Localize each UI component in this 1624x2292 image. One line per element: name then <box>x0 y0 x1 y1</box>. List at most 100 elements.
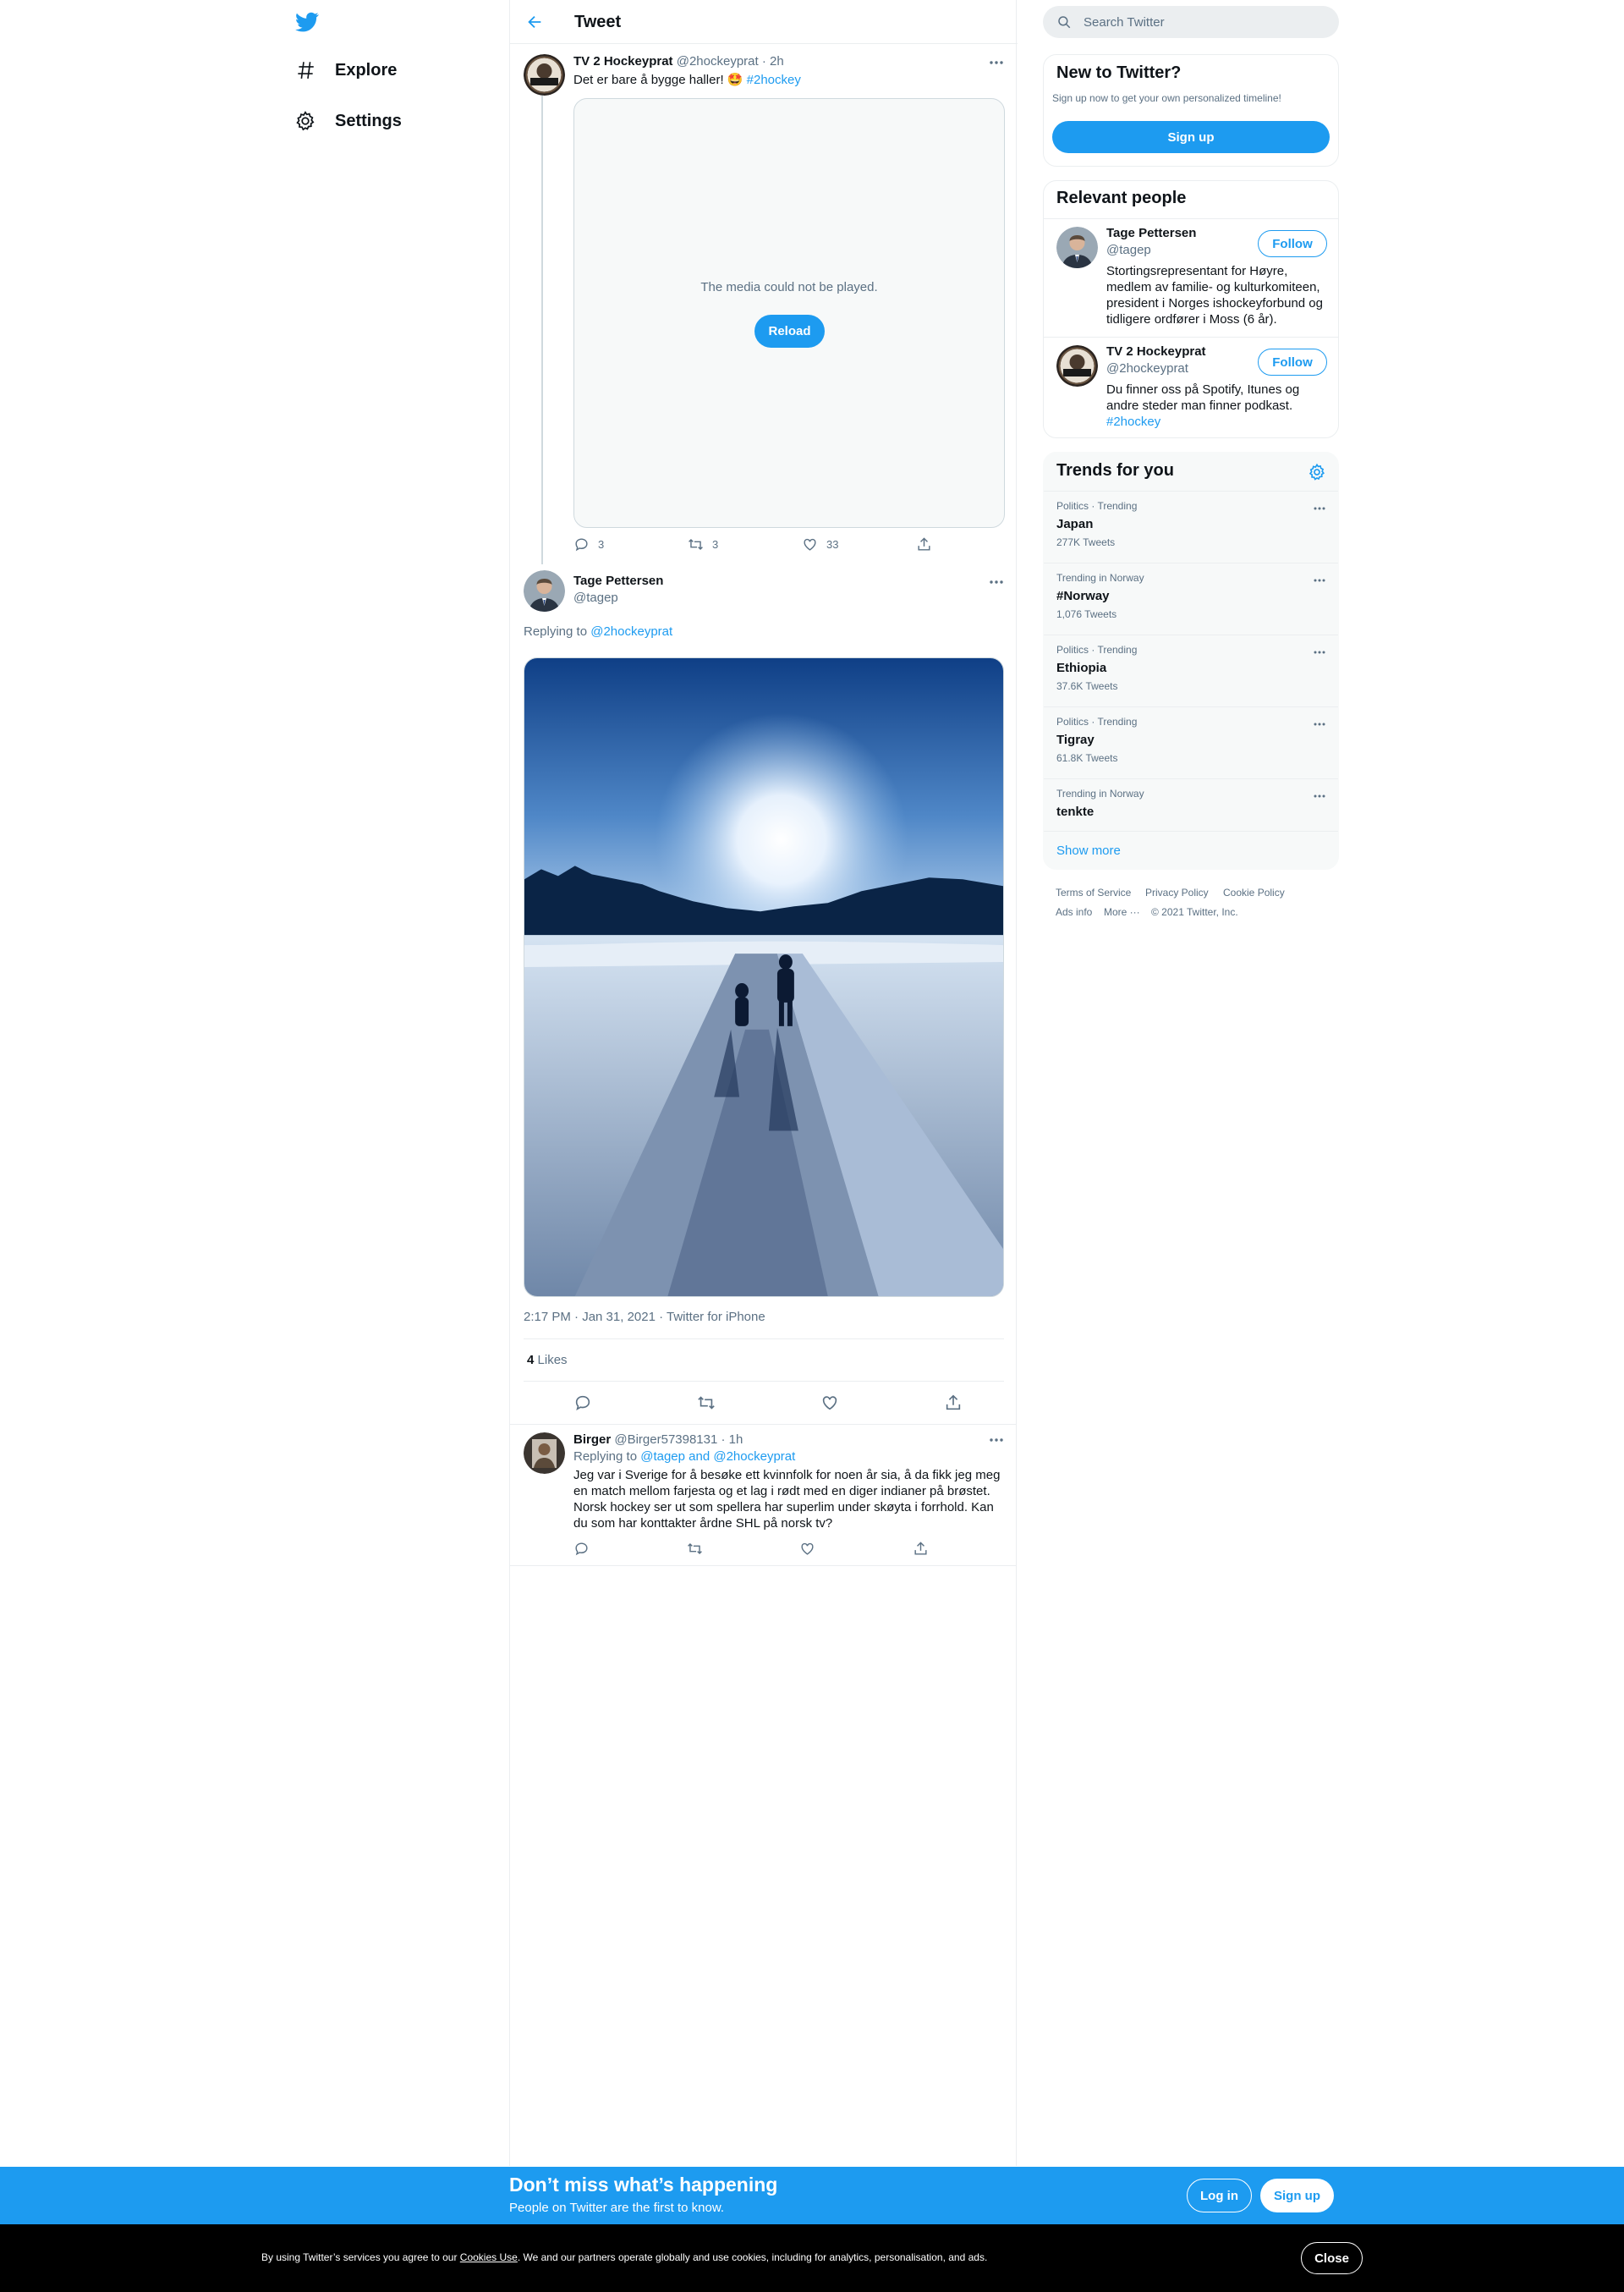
person-name[interactable]: TV 2 Hockeyprat <box>1106 344 1206 359</box>
tweet1-emoji: 🤩 <box>727 73 743 87</box>
share-icon[interactable] <box>944 1393 963 1412</box>
avatar-tv2-hockeyprat[interactable] <box>524 54 565 96</box>
nav-explore[interactable]: Explore <box>294 53 397 87</box>
search-input[interactable] <box>1084 6 1320 38</box>
show-more-row[interactable]: Show more <box>1044 831 1338 870</box>
cookie-text: By using Twitter’s services you agree to… <box>261 2251 987 2263</box>
trend-name: Japan <box>1056 517 1094 531</box>
trend-category: Politics · Trending <box>1056 716 1138 728</box>
main-tweet-author-handle[interactable]: @tagep <box>573 591 618 605</box>
tweet1-hashtag[interactable]: #2hockey <box>747 73 801 87</box>
sign-up-button[interactable]: Sign up <box>1260 2179 1334 2212</box>
person-handle[interactable]: @tagep <box>1106 243 1151 257</box>
cookies-use-link[interactable]: Cookies Use <box>460 2251 518 2263</box>
person-bio-hashtag[interactable]: #2hockey <box>1106 415 1160 429</box>
trend-count: 1,076 Tweets <box>1056 608 1117 620</box>
signup-promo-bar: Don’t miss what’s happening People on Tw… <box>0 2167 1624 2224</box>
trend-item[interactable]: Trending in Norway #Norway 1,076 Tweets <box>1044 563 1338 635</box>
trend-count: 61.8K Tweets <box>1056 752 1118 764</box>
main-tweet-author-name[interactable]: Tage Pettersen <box>573 574 663 588</box>
reply-actions <box>573 1541 929 1557</box>
retweet-icon[interactable] <box>687 1541 703 1557</box>
trend-count: 37.6K Tweets <box>1056 680 1118 692</box>
avatar-tage-pettersen[interactable] <box>524 570 565 612</box>
close-button[interactable]: Close <box>1301 2242 1363 2274</box>
replying-to-label: Replying to <box>524 624 588 639</box>
avatar-tv2-hockeyprat[interactable] <box>1056 345 1098 387</box>
reload-button[interactable]: Reload <box>754 315 825 348</box>
retweet-icon[interactable] <box>697 1393 716 1412</box>
heart-icon[interactable] <box>820 1393 839 1412</box>
replying-to-handles[interactable]: @tagep and @2hockeyprat <box>640 1449 795 1464</box>
footer-ads-link[interactable]: Ads info <box>1056 906 1092 918</box>
back-arrow-icon[interactable] <box>525 13 544 31</box>
person-name[interactable]: Tage Pettersen <box>1106 226 1196 240</box>
show-more-link[interactable]: Show more <box>1056 844 1121 858</box>
avatar-tage-pettersen[interactable] <box>1056 227 1098 268</box>
promo-title: Don’t miss what’s happening <box>509 2174 778 2196</box>
person-handle[interactable]: @2hockeyprat <box>1106 361 1188 376</box>
tweet1-author-name[interactable]: TV 2 Hockeyprat <box>573 54 673 69</box>
more-options-icon[interactable] <box>986 52 1007 73</box>
gear-icon <box>294 110 316 132</box>
nav-settings[interactable]: Settings <box>294 104 402 138</box>
sign-up-button[interactable]: Sign up <box>1052 121 1330 153</box>
media-player[interactable]: The media could not be played. Reload <box>573 98 1005 528</box>
reply-time[interactable]: · 1h <box>721 1432 743 1447</box>
tweet1-author-handle[interactable]: @2hockeyprat <box>677 54 759 69</box>
trend-item[interactable]: Trending in Norway tenkte <box>1044 778 1338 831</box>
trend-item[interactable]: Politics · Trending Japan 277K Tweets <box>1044 491 1338 563</box>
reply-icon[interactable] <box>573 1393 592 1412</box>
tweet1-time[interactable]: · 2h <box>762 54 784 69</box>
main-tweet-timestamp[interactable]: 2:17 PM · Jan 31, 2021 · Twitter for iPh… <box>524 1310 765 1324</box>
like-button[interactable]: 33 <box>802 536 916 552</box>
media-error-message: The media could not be played. <box>700 280 878 294</box>
gear-icon[interactable] <box>1308 463 1326 481</box>
main-tweet-likes[interactable]: 4 Likes <box>527 1353 568 1367</box>
more-options-icon[interactable] <box>1311 788 1328 805</box>
footer-privacy-link[interactable]: Privacy Policy <box>1145 887 1209 899</box>
reply-text: Jeg var i Sverige for å besøke ett kvinn… <box>573 1468 1001 1531</box>
avatar-birger[interactable] <box>524 1432 565 1474</box>
follow-button[interactable]: Follow <box>1258 349 1327 376</box>
trend-category: Politics · Trending <box>1056 644 1138 656</box>
tweet1-body: Det er bare å bygge haller! <box>573 73 724 87</box>
retweet-button[interactable]: 3 <box>688 536 802 552</box>
trend-item[interactable]: Politics · Trending Tigray 61.8K Tweets <box>1044 706 1338 778</box>
twitter-logo-icon[interactable] <box>294 10 320 34</box>
trend-category: Politics · Trending <box>1056 500 1138 512</box>
trend-name: Ethiopia <box>1056 661 1107 675</box>
tweet1-actions: 3 3 33 <box>573 536 946 552</box>
divider <box>524 1381 1004 1382</box>
more-options-icon[interactable] <box>986 572 1007 592</box>
search-box[interactable] <box>1043 6 1339 38</box>
more-options-icon[interactable] <box>1311 572 1328 589</box>
share-icon[interactable] <box>913 1541 929 1557</box>
trend-name: #Norway <box>1056 589 1110 603</box>
heart-icon <box>802 536 818 552</box>
tweet-photo[interactable] <box>524 657 1004 1297</box>
footer-cookie-link[interactable]: Cookie Policy <box>1223 887 1285 899</box>
promo-subtitle: People on Twitter are the first to know. <box>509 2201 725 2215</box>
more-options-icon[interactable] <box>986 1430 1007 1450</box>
hashtag-icon <box>294 59 316 81</box>
reply-icon[interactable] <box>573 1541 590 1557</box>
more-options-icon[interactable] <box>1311 500 1328 517</box>
reply-button[interactable]: 3 <box>573 536 688 552</box>
cookie-text-after: . We and our partners operate globally a… <box>517 2251 988 2263</box>
reply-author-handle[interactable]: @Birger57398131 <box>614 1432 717 1447</box>
footer-copyright: © 2021 Twitter, Inc. <box>1151 906 1238 918</box>
log-in-button[interactable]: Log in <box>1187 2179 1252 2212</box>
retweet-count: 3 <box>712 538 719 551</box>
footer-more-link[interactable]: More ··· <box>1104 906 1140 918</box>
more-options-icon[interactable] <box>1311 716 1328 733</box>
footer-terms-link[interactable]: Terms of Service <box>1056 887 1131 899</box>
more-options-icon[interactable] <box>1311 644 1328 661</box>
follow-button[interactable]: Follow <box>1258 230 1327 257</box>
share-button[interactable] <box>916 536 932 552</box>
replying-to-handle[interactable]: @2hockeyprat <box>590 624 672 639</box>
likes-label: Likes <box>537 1353 568 1367</box>
heart-icon[interactable] <box>799 1541 815 1557</box>
reply-author-name[interactable]: Birger <box>573 1432 611 1447</box>
trend-item[interactable]: Politics · Trending Ethiopia 37.6K Tweet… <box>1044 635 1338 706</box>
